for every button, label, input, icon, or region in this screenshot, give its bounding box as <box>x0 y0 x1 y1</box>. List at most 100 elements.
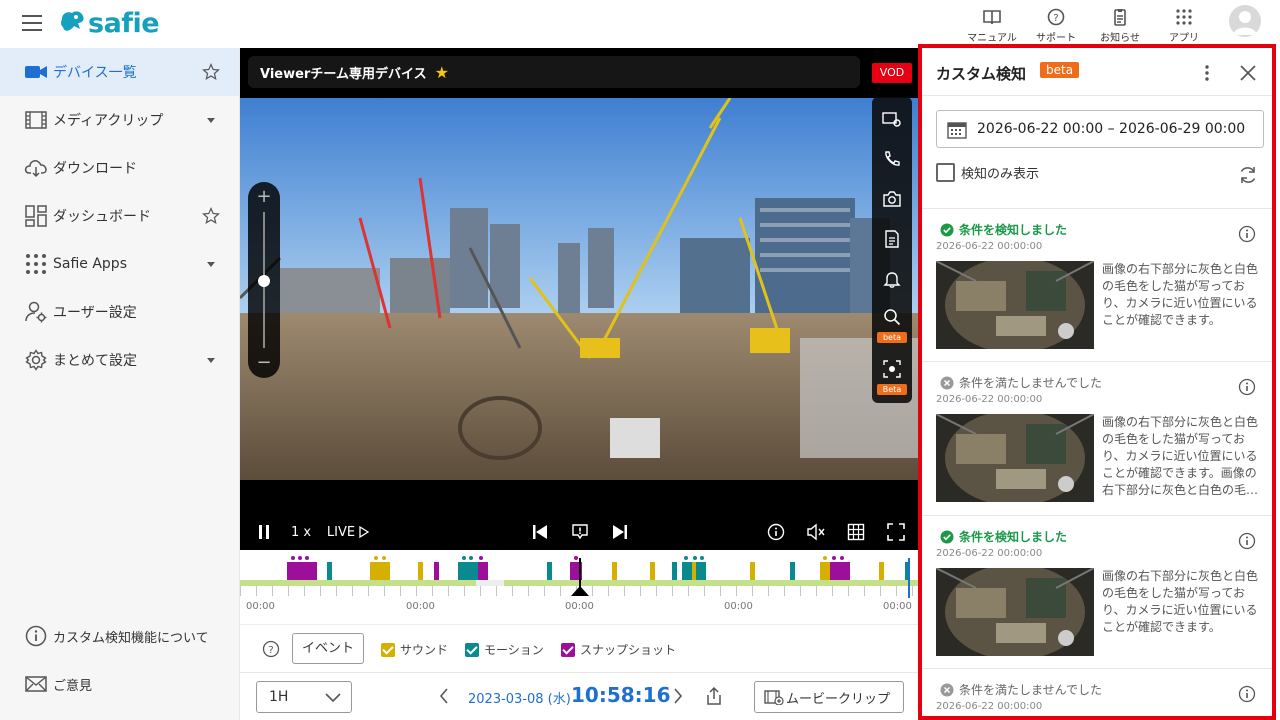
movie-clip-button[interactable]: ムービークリップ <box>754 681 904 713</box>
timeline-event-snapshot[interactable] <box>434 562 439 580</box>
chevron-down-icon[interactable] <box>201 254 221 274</box>
prev-date-icon[interactable] <box>438 687 454 705</box>
timeline-event-sound[interactable] <box>418 562 423 580</box>
sidebar-item-safie-apps[interactable]: Safie Apps <box>0 240 239 288</box>
timeline-event-motion[interactable] <box>672 562 677 580</box>
menu-icon[interactable] <box>22 15 42 31</box>
zoom-slider[interactable]: + − <box>248 182 280 378</box>
camera-video-feed[interactable] <box>240 98 918 480</box>
detection-result-card[interactable]: 条件を満たしませんでした 2026-06-22 00:00:00 画像の右下部分… <box>922 362 1272 516</box>
playback-time[interactable]: 10:58:16 <box>571 683 671 707</box>
timeline-event-sound[interactable] <box>612 562 617 580</box>
star-icon[interactable] <box>201 206 221 226</box>
share-icon[interactable] <box>705 686 723 706</box>
result-thumbnail[interactable] <box>936 568 1094 656</box>
result-timestamp: 2026-06-22 00:00:00 <box>936 394 1043 405</box>
zoom-in-icon[interactable]: + <box>248 186 280 207</box>
sidebar-item-user-settings[interactable]: ユーザー設定 <box>0 288 239 336</box>
chevron-down-icon[interactable] <box>201 350 221 370</box>
news-button[interactable]: お知らせ <box>1088 6 1152 44</box>
bell-icon[interactable] <box>880 267 904 291</box>
info-icon[interactable] <box>764 520 788 544</box>
sidebar-item-download[interactable]: ダウンロード <box>0 144 239 192</box>
detection-result-card[interactable]: 条件を検知しました 2026-06-22 00:00:00 画像の右下部分に灰色… <box>922 516 1272 669</box>
playback-date[interactable]: 2023-03-08 (水) <box>468 688 571 707</box>
timeline-event-sound[interactable] <box>879 562 884 580</box>
timeline-event-sound[interactable] <box>650 562 655 580</box>
user-avatar[interactable] <box>1229 5 1261 37</box>
event-button[interactable]: イベント <box>292 633 364 664</box>
detection-result-card[interactable]: 条件を検知しました 2026-06-22 00:00:00 画像の右下部分に灰色… <box>922 209 1272 362</box>
support-button[interactable]: ? サポート <box>1024 6 1088 44</box>
result-thumbnail[interactable] <box>936 414 1094 502</box>
snapshot-camera-icon[interactable] <box>880 187 904 211</box>
detection-result-card[interactable]: 条件を満たしませんでした 2026-06-22 00:00:00 <box>922 669 1272 720</box>
playback-speed[interactable]: 1 x <box>286 520 316 544</box>
zoom-out-icon[interactable]: − <box>248 352 280 373</box>
info-icon[interactable] <box>1238 378 1256 396</box>
range-select[interactable]: 1H <box>256 681 352 713</box>
info-icon[interactable] <box>1238 225 1256 243</box>
snapshot-checkbox[interactable] <box>561 642 575 657</box>
result-thumbnail[interactable] <box>936 261 1094 349</box>
next-date-icon[interactable] <box>672 687 688 705</box>
sidebar-item-media-clip[interactable]: メディアクリップ <box>0 96 239 144</box>
manual-button[interactable]: マニュアル <box>960 6 1024 44</box>
only-detected-checkbox[interactable] <box>936 163 955 182</box>
timeline-event-motion[interactable] <box>327 562 332 580</box>
apps-button[interactable]: アプリ <box>1152 6 1216 44</box>
legend-motion[interactable]: モーション <box>465 641 544 658</box>
timeline-event-sound[interactable] <box>750 562 755 580</box>
motion-checkbox[interactable] <box>465 642 479 657</box>
skip-forward-icon[interactable] <box>608 520 632 544</box>
sound-checkbox[interactable] <box>381 642 395 657</box>
sidebar-item-custom-detect-about[interactable]: カスタム検知機能について <box>0 612 239 660</box>
apps-label: アプリ <box>1169 33 1199 44</box>
search-icon[interactable] <box>880 305 904 329</box>
sidebar-item-devices[interactable]: デバイス一覧 <box>0 48 239 96</box>
refresh-icon[interactable] <box>1238 165 1258 185</box>
help-icon[interactable]: ? <box>262 640 280 658</box>
playhead-marker[interactable] <box>571 586 589 596</box>
star-icon[interactable] <box>201 62 221 82</box>
device-title-bar[interactable]: Viewerチーム専用デバイス ★ <box>248 56 860 88</box>
timeline-event-snapshot[interactable] <box>830 562 850 580</box>
timeline-event-sound[interactable] <box>370 562 390 580</box>
grid-view-icon[interactable] <box>844 520 868 544</box>
timeline-event-sound[interactable] <box>820 562 830 580</box>
timeline[interactable]: 00:00 00:00 00:00 00:00 00:00 <box>240 550 918 624</box>
favorite-star-icon[interactable]: ★ <box>435 63 449 82</box>
info-icon[interactable] <box>1238 685 1256 703</box>
check-circle-icon <box>940 530 954 543</box>
timeline-event-motion[interactable] <box>547 562 552 580</box>
sidebar-item-dashboard[interactable]: ダッシュボード <box>0 192 239 240</box>
sidebar-item-feedback[interactable]: ご意見 <box>0 660 239 708</box>
info-icon[interactable] <box>1238 532 1256 550</box>
date-range-field[interactable]: 2026-06-22 00:00 – 2026-06-29 00:00 <box>936 110 1264 148</box>
camera-settings-icon[interactable] <box>880 107 904 131</box>
more-vert-icon[interactable] <box>1198 64 1216 82</box>
legend-snapshot[interactable]: スナップショット <box>561 641 676 658</box>
report-icon[interactable] <box>880 227 904 251</box>
timeline-event-sound[interactable] <box>692 562 696 580</box>
close-icon[interactable] <box>1240 65 1256 81</box>
zoom-knob[interactable] <box>258 275 270 287</box>
pause-icon[interactable] <box>254 520 274 544</box>
timeline-event-snapshot[interactable] <box>287 562 317 580</box>
timeline-event-motion[interactable] <box>458 562 478 580</box>
live-button[interactable]: LIVE <box>326 520 370 544</box>
event-marker-icon[interactable] <box>568 520 592 544</box>
legend-sound[interactable]: サウンド <box>381 641 448 658</box>
sidebar-item-bulk-settings[interactable]: まとめて設定 <box>0 336 239 384</box>
mute-icon[interactable] <box>804 520 828 544</box>
chevron-down-icon[interactable] <box>201 110 221 130</box>
ai-scan-icon[interactable] <box>880 357 904 381</box>
timeline-event-motion[interactable] <box>790 562 795 580</box>
fullscreen-icon[interactable] <box>884 520 908 544</box>
skip-back-icon[interactable] <box>528 520 552 544</box>
movie-clip-icon <box>764 690 784 705</box>
timeline-event-snapshot[interactable] <box>478 562 488 580</box>
only-detected-toggle[interactable]: 検知のみ表示 <box>936 163 1039 182</box>
safie-logo[interactable]: safie <box>58 6 160 40</box>
phone-icon[interactable] <box>880 147 904 171</box>
